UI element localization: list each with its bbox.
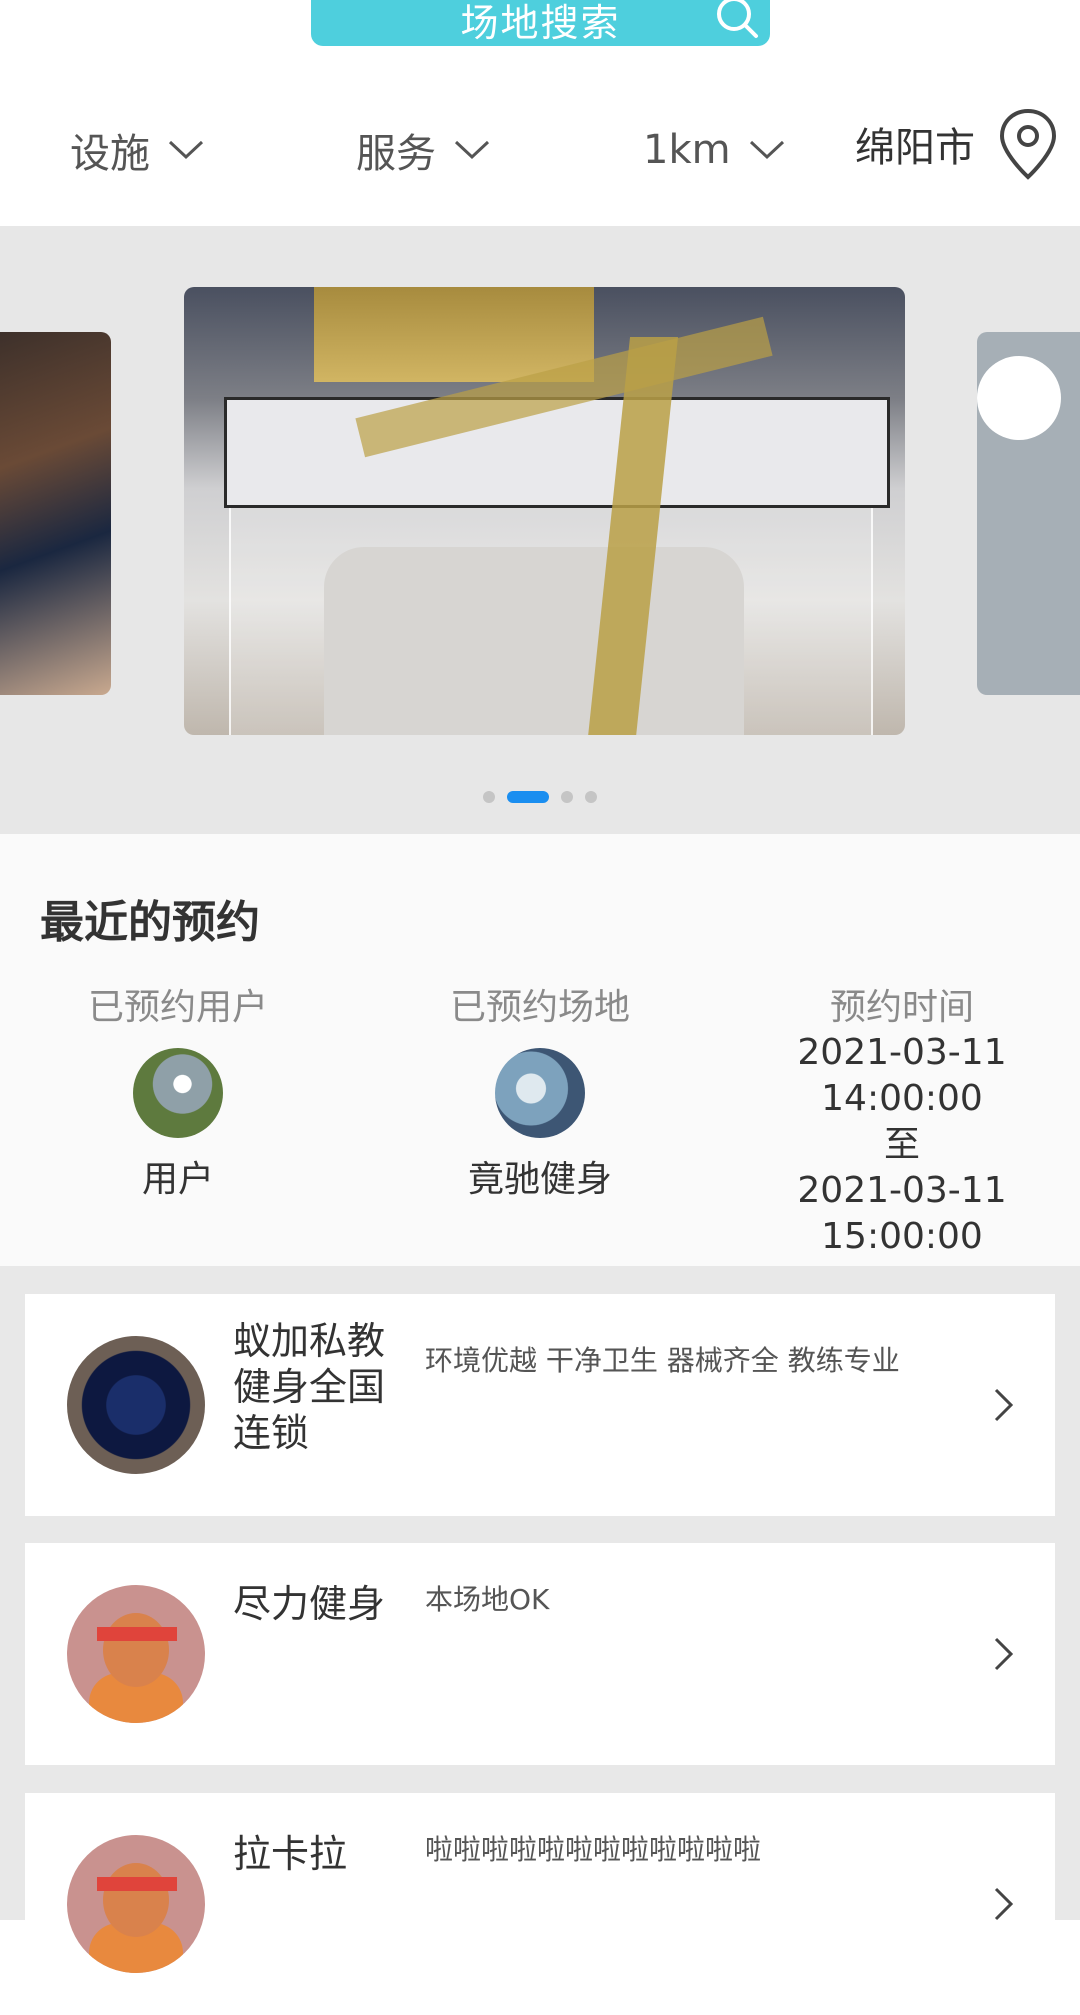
location-pin-icon bbox=[999, 108, 1057, 180]
booked-venue-column: 已预约场地 竟驰健身 bbox=[390, 978, 690, 1202]
venue-name: 尽力健身 bbox=[233, 1582, 386, 1626]
venue-description: 本场地OK bbox=[425, 1583, 550, 1616]
venue-photo bbox=[67, 1336, 205, 1474]
booked-user-column: 已预约用户 用户 bbox=[28, 978, 328, 1202]
venue-name: 蚁加私教健身全国连锁 bbox=[233, 1319, 386, 1455]
avatar-head bbox=[103, 1613, 169, 1687]
venue-list: 蚁加私教健身全国连锁 环境优越 干净卫生 器械齐全 教练专业 尽力健身 本场地O… bbox=[0, 1266, 1080, 2015]
chevron-down-icon bbox=[454, 140, 490, 160]
venue-card[interactable]: 拉卡拉 啦啦啦啦啦啦啦啦啦啦啦啦 bbox=[25, 1793, 1055, 2015]
avatar-headband bbox=[97, 1627, 177, 1641]
start-date: 2021-03-11 bbox=[797, 1032, 1007, 1073]
booked-user-name: 用户 bbox=[141, 1159, 214, 1200]
booked-venue-name: 竟驰健身 bbox=[467, 1159, 612, 1200]
avatar-head bbox=[103, 1863, 169, 1937]
banner-carousel[interactable] bbox=[0, 226, 1080, 834]
chevron-down-icon bbox=[168, 140, 204, 160]
distance-filter-label: 1km bbox=[643, 127, 731, 173]
placeholder-avatar-icon bbox=[67, 1585, 205, 1723]
carousel-indicators bbox=[0, 790, 1080, 804]
end-time: 15:00:00 bbox=[821, 1216, 983, 1257]
user-avatar[interactable] bbox=[133, 1048, 223, 1138]
start-time: 14:00:00 bbox=[821, 1078, 983, 1119]
placeholder-avatar-icon bbox=[67, 1835, 205, 1973]
carousel-slide-next[interactable] bbox=[977, 332, 1080, 695]
recent-bookings-section: 最近的预约 已预约用户 用户 已预约场地 竟驰健身 预约时间 2021-03-1… bbox=[0, 834, 1080, 1266]
booked-venue-header: 已预约场地 bbox=[449, 987, 630, 1028]
venue-name: 拉卡拉 bbox=[233, 1832, 348, 1876]
time-separator: 至 bbox=[883, 1124, 920, 1165]
venue-description: 环境优越 干净卫生 器械齐全 教练专业 bbox=[425, 1344, 900, 1377]
service-filter[interactable]: 服务 bbox=[356, 120, 492, 180]
slide-decoration bbox=[977, 356, 1061, 440]
chevron-right-icon bbox=[994, 1887, 1014, 1921]
chevron-right-icon bbox=[994, 1388, 1014, 1422]
booking-time-column: 预约时间 2021-03-11 14:00:00 至 2021-03-11 15… bbox=[752, 978, 1052, 1260]
search-icon[interactable] bbox=[712, 0, 760, 42]
carousel-dot[interactable] bbox=[585, 791, 597, 803]
avatar-headband bbox=[97, 1877, 177, 1891]
venue-card[interactable]: 尽力健身 本场地OK bbox=[25, 1543, 1055, 1765]
search-label: 场地搜索 bbox=[460, 0, 621, 45]
venue-description: 啦啦啦啦啦啦啦啦啦啦啦啦 bbox=[425, 1833, 762, 1866]
city-selector[interactable]: 绵阳市 bbox=[855, 108, 1059, 180]
filter-bar: 设施 服务 1km 绵阳市 bbox=[0, 100, 1080, 200]
carousel-dot[interactable] bbox=[483, 791, 495, 803]
facility-filter-label: 设施 bbox=[70, 131, 150, 177]
chevron-right-icon bbox=[994, 1637, 1014, 1671]
search-bar[interactable]: 场地搜索 bbox=[311, 0, 770, 46]
booking-time-header: 预约时间 bbox=[829, 987, 974, 1028]
cake-image bbox=[324, 547, 744, 735]
end-date: 2021-03-11 bbox=[797, 1170, 1007, 1211]
carousel-dot[interactable] bbox=[561, 791, 573, 803]
chevron-down-icon bbox=[749, 140, 784, 160]
carousel-dot-active[interactable] bbox=[507, 791, 549, 803]
booked-user-header: 已预约用户 bbox=[87, 987, 268, 1028]
cake-crown-image bbox=[314, 287, 594, 382]
section-title: 最近的预约 bbox=[40, 897, 260, 948]
venue-avatar[interactable] bbox=[495, 1048, 585, 1138]
facility-filter[interactable]: 设施 bbox=[70, 120, 206, 180]
venue-card[interactable]: 蚁加私教健身全国连锁 环境优越 干净卫生 器械齐全 教练专业 bbox=[25, 1294, 1055, 1516]
distance-filter[interactable]: 1km bbox=[643, 120, 787, 180]
service-filter-label: 服务 bbox=[356, 131, 436, 177]
carousel-slide-prev[interactable] bbox=[0, 332, 111, 695]
cake-lid-image bbox=[224, 397, 890, 508]
carousel-slide-active[interactable] bbox=[184, 287, 905, 735]
city-label: 绵阳市 bbox=[855, 125, 975, 171]
